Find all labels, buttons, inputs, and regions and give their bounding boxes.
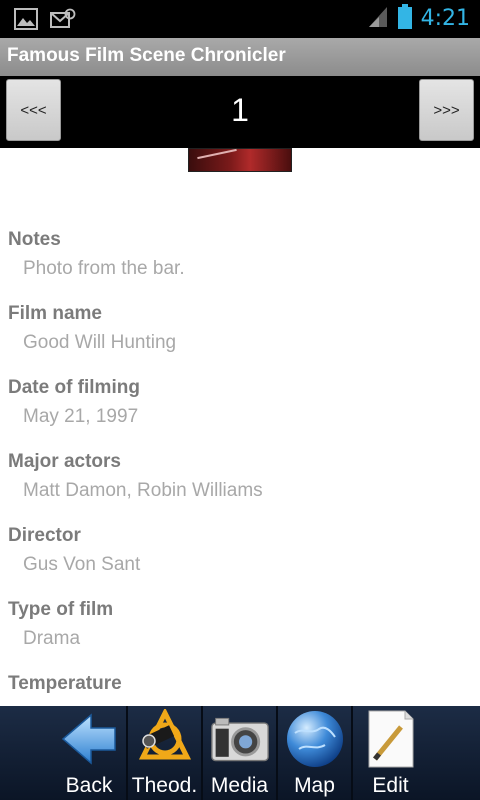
field-label: Director xyxy=(8,525,81,546)
next-record-button[interactable]: >>> xyxy=(419,79,474,141)
field-label: Date of filming xyxy=(8,377,140,398)
record-number: 1 xyxy=(231,92,249,128)
field-label: Major actors xyxy=(8,451,121,472)
scene-photo-thumbnail[interactable] xyxy=(188,148,292,172)
field-major-actors: Major actors Matt Damon, Robin Williams xyxy=(0,448,480,522)
field-label: Notes xyxy=(8,229,61,250)
camera-icon xyxy=(210,708,270,770)
field-value: Good Will Hunting xyxy=(23,332,177,353)
field-label: Temperature xyxy=(8,673,122,694)
field-value: Gus Von Sant xyxy=(23,554,141,575)
theodolite-button[interactable]: Theod. xyxy=(128,706,203,800)
back-arrow-icon xyxy=(59,708,119,770)
battery-icon xyxy=(397,4,413,34)
field-type-of-film: Type of film Drama xyxy=(0,596,480,670)
field-value xyxy=(0,696,480,701)
previous-record-button[interactable]: <<< xyxy=(6,79,61,141)
field-director: Director Gus Von Sant xyxy=(0,522,480,596)
field-date-of-filming: Date of filming May 21, 1997 xyxy=(0,374,480,448)
edit-pencil-icon xyxy=(361,708,421,770)
field-film-name: Film name Good Will Hunting xyxy=(0,300,480,374)
field-value: Matt Damon, Robin Williams xyxy=(23,480,263,501)
map-button[interactable]: Map xyxy=(278,706,353,800)
field-label: Film name xyxy=(8,303,102,324)
status-bar: 4:21 xyxy=(0,0,480,38)
signal-icon xyxy=(367,5,389,33)
back-button[interactable]: Back xyxy=(52,706,128,800)
status-time: 4:21 xyxy=(420,6,470,31)
field-value: May 21, 1997 xyxy=(23,406,139,427)
field-value: Drama xyxy=(23,628,81,649)
field-notes: Notes Photo from the bar. xyxy=(0,226,480,300)
mail-icon xyxy=(50,8,76,34)
edit-label: Edit xyxy=(372,774,409,797)
field-temperature: Temperature xyxy=(0,670,480,706)
detail-list[interactable]: Notes Photo from the bar. Film name Good… xyxy=(0,226,480,706)
media-label: Media xyxy=(210,774,269,797)
app-title: Famous Film Scene Chronicler xyxy=(7,45,286,66)
map-label: Map xyxy=(294,774,335,797)
back-label: Back xyxy=(65,774,113,797)
theodolite-label: Theod. xyxy=(131,774,198,797)
field-value: Photo from the bar. xyxy=(23,258,185,279)
globe-icon xyxy=(285,708,345,770)
theodolite-icon xyxy=(135,708,195,770)
record-navigation: <<< 1 >>> xyxy=(0,76,480,148)
bottom-toolbar: Back Theod. Media Map Edit xyxy=(0,706,480,800)
picture-icon xyxy=(14,8,38,34)
photo-detail xyxy=(197,148,237,160)
field-label: Type of film xyxy=(8,599,114,620)
title-bar: Famous Film Scene Chronicler xyxy=(0,38,480,77)
edit-button[interactable]: Edit xyxy=(353,706,428,800)
media-button[interactable]: Media xyxy=(203,706,278,800)
